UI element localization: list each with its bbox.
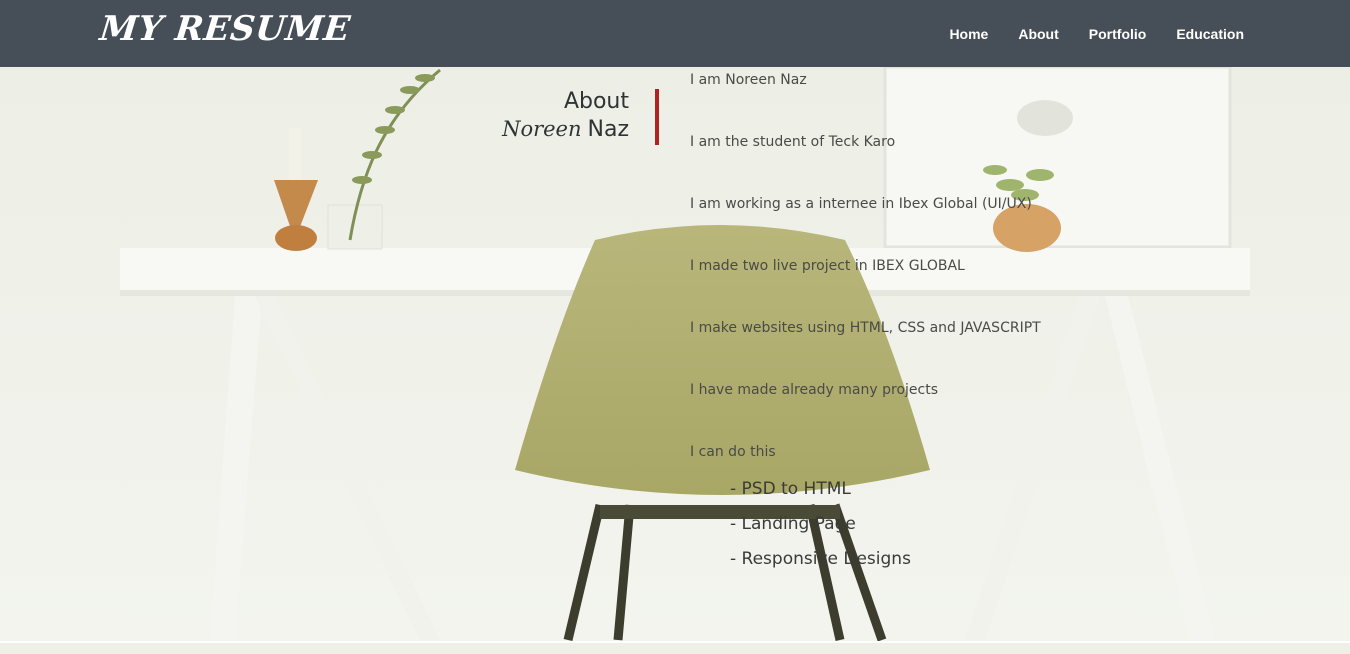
skill-item: - Responsive Designs [730,549,911,569]
site-logo[interactable]: MY RESUME [98,9,352,49]
about-heading-surname: Naz [587,117,630,142]
section-divider [0,641,1350,643]
list-item: I make websites using HTML, CSS and JAVA… [690,320,1041,336]
main-nav: Home About Portfolio Education [949,0,1244,67]
list-item: I have made already many projects [690,382,938,398]
nav-about-link[interactable]: About [1018,26,1058,42]
top-navbar: MY RESUME Home About Portfolio Education [0,0,1350,67]
list-item: I am working as a internee in Ibex Globa… [690,196,1032,212]
accent-divider [655,89,659,145]
about-heading: About Noreen Naz [502,88,629,143]
about-facts-list: I am Noreen Naz I am the student of Teck… [690,70,1041,504]
about-heading-line1: About [563,89,629,114]
resume-page: MY RESUME Home About Portfolio Education… [0,0,1350,654]
skills-list: - PSD to HTML - Landing Page - Responsiv… [730,478,911,583]
about-heading-script-name: Noreen [502,117,582,141]
nav-portfolio-link[interactable]: Portfolio [1089,26,1147,42]
desk-chair-background-image [0,0,1350,654]
skill-item: - Landing Page [730,514,856,534]
skill-item: - PSD to HTML [730,479,851,499]
list-item: I am the student of Teck Karo [690,134,896,150]
list-item: I made two live project in IBEX GLOBAL [690,258,965,274]
about-heading-line2: Noreen Naz [502,116,629,143]
nav-home-link[interactable]: Home [949,26,988,42]
list-item: I am Noreen Naz [690,72,807,88]
nav-education-link[interactable]: Education [1176,26,1244,42]
